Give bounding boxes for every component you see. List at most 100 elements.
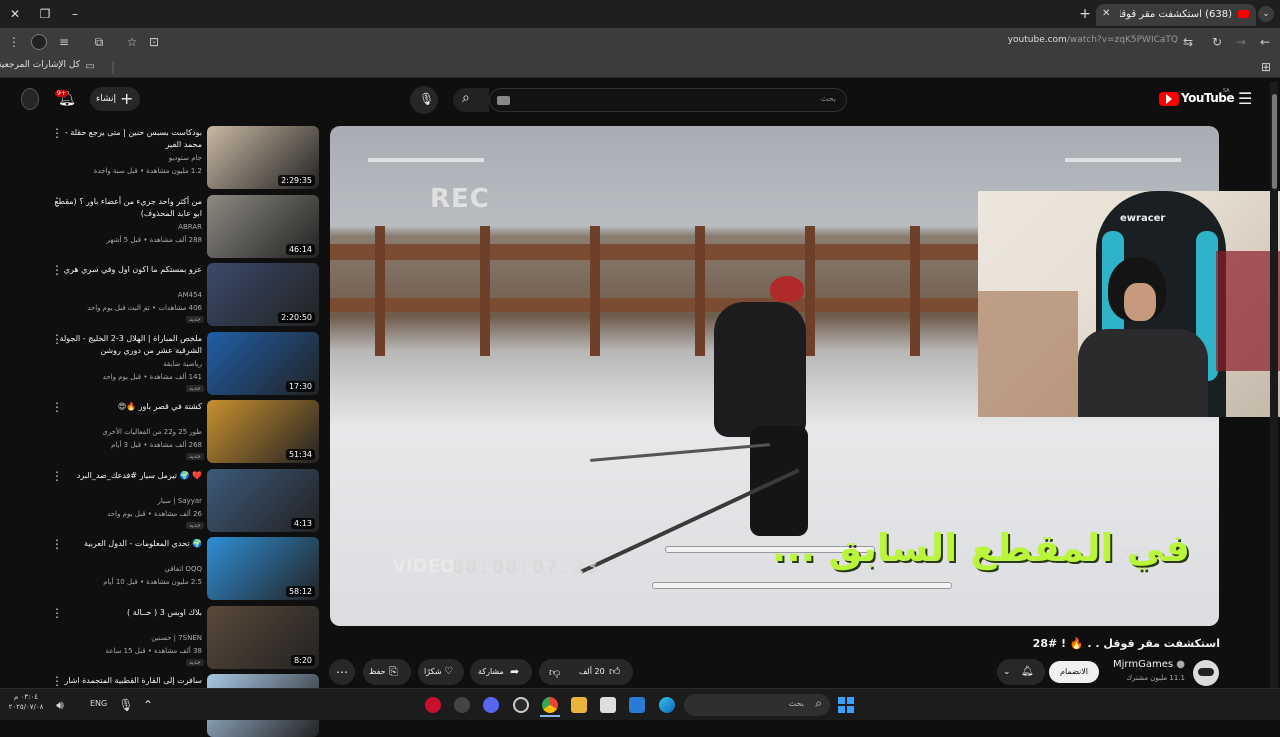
more-options-icon[interactable]: ⋮ bbox=[51, 675, 63, 687]
youtube-logo-icon[interactable] bbox=[1159, 92, 1179, 106]
recommendation-thumbnail[interactable]: 2:29:35 bbox=[207, 126, 319, 189]
share-button[interactable]: ➦ مشاركة bbox=[470, 659, 532, 685]
skier-hat bbox=[770, 276, 804, 302]
channel-name[interactable]: MjrmGames ● bbox=[1100, 659, 1185, 670]
install-app-icon[interactable]: ⊡ bbox=[146, 34, 162, 50]
recommendation-channel[interactable]: رياضية ضايقة bbox=[42, 359, 202, 370]
language-indicator[interactable]: ENG bbox=[90, 699, 107, 708]
menu-dots-icon[interactable]: ⋮ bbox=[6, 34, 22, 50]
youtube-favicon-icon bbox=[1238, 10, 1249, 18]
file-explorer-icon[interactable] bbox=[571, 697, 587, 713]
maximize-window-icon[interactable]: ❐ bbox=[36, 6, 54, 22]
channel-avatar[interactable] bbox=[1193, 660, 1219, 686]
search-input[interactable]: بحث bbox=[489, 88, 847, 112]
recommendation-title[interactable]: بلاك اوبس 3 ( حــالة ) bbox=[50, 607, 202, 619]
more-options-icon[interactable]: ⋮ bbox=[51, 470, 63, 482]
page-scrollbar-thumb[interactable] bbox=[1272, 94, 1277, 189]
clock[interactable]: ٠٣:٠٤ م ٢٠٢٥/٠٧/٠٨ bbox=[6, 692, 46, 712]
recommendation-meta: 26 ألف مشاهدة • قبل يوم واحد bbox=[107, 510, 202, 518]
recommendation-channel[interactable]: AM454 bbox=[42, 290, 202, 301]
recommendation-channel[interactable]: جام ستوديو bbox=[42, 153, 202, 164]
recommendation-thumbnail[interactable]: 58:12 bbox=[207, 537, 319, 600]
back-icon[interactable]: ← bbox=[1257, 34, 1273, 50]
discord-icon[interactable] bbox=[483, 697, 499, 713]
volume-icon[interactable]: 🔊︎ bbox=[52, 697, 68, 713]
recommendation-thumbnail[interactable]: 4:13 bbox=[207, 469, 319, 532]
fence-post bbox=[590, 226, 600, 356]
account-avatar[interactable] bbox=[21, 88, 39, 110]
fence-post bbox=[480, 226, 490, 356]
profile-avatar-icon[interactable] bbox=[31, 34, 47, 50]
taskbar-search[interactable]: بحث ⌕ bbox=[684, 694, 830, 716]
minimize-window-icon[interactable]: – bbox=[66, 6, 84, 22]
more-options-icon[interactable]: ⋮ bbox=[51, 127, 63, 139]
more-options-icon[interactable]: ⋮ bbox=[51, 264, 63, 276]
recommendation-title[interactable]: عرو بمستكم ما اكون اول وفي سري هري bbox=[50, 264, 202, 276]
edge-icon[interactable] bbox=[659, 697, 675, 713]
tray-chevron-up-icon[interactable]: ⌃ bbox=[140, 697, 156, 713]
more-options-icon[interactable]: ⋮ bbox=[51, 333, 63, 345]
recommendation-title[interactable]: كشتة في قصر باور 🔥😍 bbox=[50, 401, 202, 413]
more-options-icon[interactable]: ⋮ bbox=[51, 401, 63, 413]
site-settings-icon[interactable]: ⇆ bbox=[1180, 34, 1196, 50]
recommendation-meta: 1.2 مليون مشاهدة • قبل سنة واحدة bbox=[93, 167, 202, 175]
fence-post bbox=[375, 226, 385, 356]
recommendation-title[interactable]: 🌍 تحدي المعلومات - الدول العربية bbox=[50, 538, 202, 550]
recommendation-thumbnail[interactable]: 51:34 bbox=[207, 400, 319, 463]
bookmark-star-icon[interactable]: ☆ bbox=[124, 34, 140, 50]
opera-icon[interactable] bbox=[425, 697, 441, 713]
reload-icon[interactable]: ↻ bbox=[1209, 34, 1225, 50]
reading-list-icon[interactable]: ≡ bbox=[56, 34, 72, 50]
recommendation-title[interactable]: من أكثر واحد جريء من أعضاء باور ؟ (مقطع … bbox=[50, 196, 202, 220]
thanks-button[interactable]: ♡ شكرًا bbox=[418, 659, 464, 685]
settings-gear-icon[interactable] bbox=[513, 697, 529, 713]
microphone-tray-icon[interactable]: 🎙︎ bbox=[118, 697, 134, 713]
recommendation-title[interactable]: بودكاست بسبس حنين | متى يرجع حقلة - محمد… bbox=[50, 127, 202, 151]
more-options-icon[interactable]: ⋮ bbox=[51, 196, 63, 208]
extensions-icon[interactable]: ⧉ bbox=[91, 34, 107, 50]
apps-grid-icon[interactable]: ⊞ bbox=[1258, 59, 1274, 75]
recommendation-channel[interactable]: 7SNEN | حسنين bbox=[42, 633, 202, 644]
recommendation-thumbnail[interactable]: 8:20 bbox=[207, 606, 319, 669]
recommendation-thumbnail[interactable]: 46:14 bbox=[207, 195, 319, 258]
taskbar-search-icon: ⌕ bbox=[815, 696, 822, 710]
like-icon[interactable]: 👍︎ bbox=[609, 659, 621, 685]
subscribed-bell-button[interactable]: ⌄ 🔔︎ bbox=[997, 659, 1045, 685]
more-actions-button[interactable]: ⋯ bbox=[329, 659, 355, 685]
dislike-icon[interactable]: 👎︎ bbox=[549, 660, 560, 686]
recommendation-channel[interactable]: OQQ اتفاقي bbox=[42, 564, 202, 575]
tab-search-icon[interactable]: ⌄ bbox=[1258, 6, 1274, 22]
recommendation-channel[interactable]: ABRAR bbox=[42, 222, 202, 233]
close-tab-icon[interactable]: ✕ bbox=[1102, 8, 1110, 19]
windows-start-icon[interactable] bbox=[838, 697, 854, 713]
tab-active[interactable]: ✕ (638) استكشفت مقر قوقل . . 🔥 ! #28 bbox=[1096, 4, 1256, 26]
guide-menu-icon[interactable]: ☰ bbox=[1238, 89, 1252, 108]
recommendation-title[interactable]: ❤️ 🌍 تيرمل سيار #فدعك_ضد_البرد bbox=[50, 470, 202, 482]
keyboard-icon[interactable] bbox=[497, 96, 510, 105]
app-icon[interactable] bbox=[454, 697, 470, 713]
search-button[interactable]: ⌕ bbox=[453, 88, 489, 112]
forward-icon[interactable]: → bbox=[1233, 34, 1249, 50]
recommendation-thumbnail[interactable]: 17:30 bbox=[207, 332, 319, 395]
like-count[interactable]: 20 ألف bbox=[579, 659, 605, 685]
close-window-icon[interactable]: ✕ bbox=[6, 6, 24, 22]
voice-search-button[interactable]: 🎙︎ bbox=[410, 86, 438, 114]
all-bookmarks-label[interactable]: كل الإشارات المرجعية bbox=[0, 60, 80, 70]
chrome-icon[interactable] bbox=[542, 697, 558, 713]
fence-rail-bottom bbox=[330, 298, 980, 312]
recommendation-channel[interactable]: طور 25 و22 من الفعاليات الأخرى bbox=[42, 427, 202, 438]
recommendation-title[interactable]: ملخص المباراة | الهلال 3-2 الخليج - الجو… bbox=[50, 333, 202, 357]
url-text[interactable]: youtube.com/watch?v=zqK5PWICaTQ bbox=[1000, 35, 1178, 45]
subscriber-count: 11.1 مليون مشترك bbox=[1126, 674, 1185, 682]
new-badge: جديد bbox=[186, 316, 204, 323]
new-tab-icon[interactable]: + bbox=[1076, 6, 1094, 22]
more-options-icon[interactable]: ⋮ bbox=[51, 607, 63, 619]
recommendation-thumbnail[interactable]: 2:20:50 bbox=[207, 263, 319, 326]
notepad-icon[interactable] bbox=[600, 697, 616, 713]
save-button[interactable]: ⎘ حفظ bbox=[363, 659, 411, 685]
more-options-icon[interactable]: ⋮ bbox=[51, 538, 63, 550]
recommendation-channel[interactable]: Sayyar | سيار bbox=[42, 496, 203, 507]
join-button[interactable]: الانضمام bbox=[1049, 661, 1099, 683]
create-button[interactable]: إنشاء + bbox=[90, 87, 140, 111]
store-icon[interactable] bbox=[629, 697, 645, 713]
